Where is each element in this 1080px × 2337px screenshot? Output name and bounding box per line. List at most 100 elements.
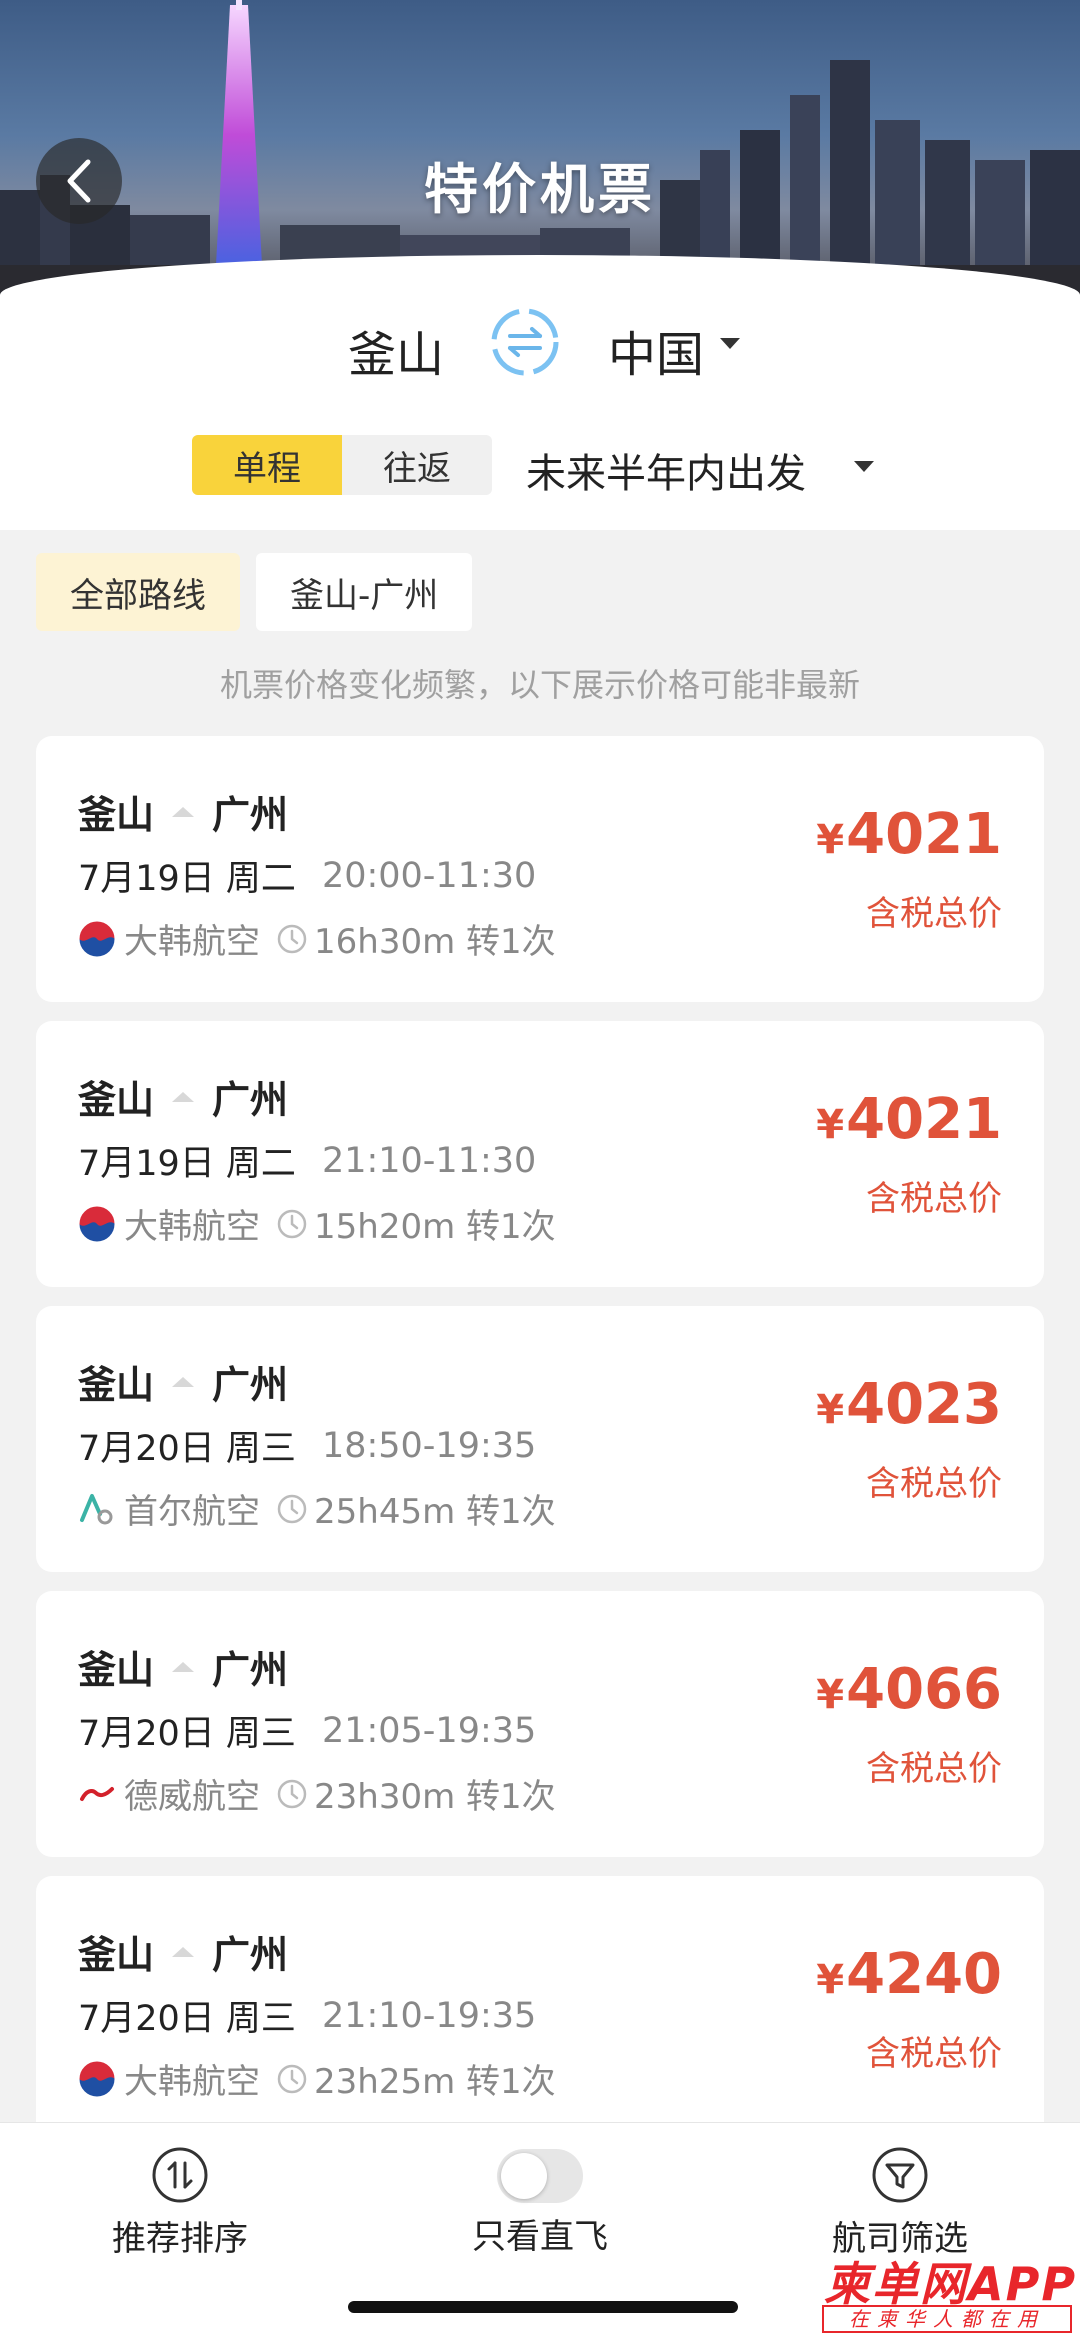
flight-price: ¥4240 [816, 1942, 1002, 2007]
from-city[interactable]: 釜山 [348, 315, 444, 385]
flight-duration: 23h30m 转1次 [314, 1777, 556, 1817]
price-amount: 4066 [846, 1657, 1002, 1722]
sort-icon [152, 2147, 208, 2203]
air-seoul-logo [80, 1493, 113, 1524]
flight-route: 釜山 广州 [78, 1639, 288, 1694]
price-note: 含税总价 [866, 1749, 1002, 1789]
page: 特价机票 釜山 中国 单程 往返 未来半年内出发 全部路线 釜山-广州 机票价格… [0, 0, 1080, 2337]
flight-schedule: 7月19日 周二 20:00-11:30 [78, 850, 536, 901]
origin-city: 釜山 [78, 793, 155, 837]
sort-label: 推荐排序 [112, 2219, 248, 2259]
flight-route: 釜山 广州 [78, 1354, 288, 1409]
trip-type-toggle: 单程 往返 [192, 435, 492, 495]
currency-symbol: ¥ [816, 1102, 845, 1148]
origin-city: 釜山 [78, 1078, 155, 1122]
flight-schedule: 7月19日 周二 21:10-11:30 [78, 1135, 536, 1186]
flight-duration: 15h20m 转1次 [314, 1207, 556, 1247]
flight-date: 7月20日 周三 [78, 1999, 296, 2039]
route-filter-chips: 全部路线 釜山-广州 [36, 553, 473, 631]
flight-date: 7月20日 周三 [78, 1714, 296, 1754]
flight-date: 7月20日 周三 [78, 1429, 296, 1469]
flight-price: ¥4023 [816, 1372, 1002, 1437]
destination-city: 广州 [212, 1078, 289, 1122]
korean-air-logo [78, 920, 116, 957]
plane-icon [172, 1091, 195, 1102]
departure-range-select[interactable]: 未来半年内出发 [526, 441, 806, 499]
chip-busan-guangzhou[interactable]: 釜山-广州 [256, 553, 473, 631]
caret-down-icon[interactable] [854, 461, 874, 472]
origin-city: 釜山 [78, 1363, 155, 1407]
flight-time: 21:05-19:35 [321, 1710, 537, 1751]
price-note: 含税总价 [866, 894, 1002, 934]
flight-time: 21:10-11:30 [321, 1140, 537, 1181]
flight-card[interactable]: 釜山 广州 7月19日 周二 20:00-11:30 大韩航空 16h30m 转… [36, 736, 1044, 1002]
price-amount: 4021 [846, 802, 1002, 867]
route-selector: 釜山 中国 [0, 305, 1080, 385]
price-amount: 4023 [846, 1372, 1002, 1437]
flight-time: 18:50-19:35 [321, 1425, 537, 1466]
flight-card[interactable]: 釜山 广州 7月19日 周二 21:10-11:30 大韩航空 15h20m 转… [36, 1021, 1044, 1287]
direct-only-switch[interactable] [497, 2149, 583, 2203]
flight-card[interactable]: 釜山 广州 7月20日 周三 21:05-19:35 德威航空 23h30m 转… [36, 1591, 1044, 1857]
flight-card[interactable]: 釜山 广州 7月20日 周三 21:10-19:35 大韩航空 23h25m 转… [36, 1876, 1044, 2142]
flight-airline-info: 首尔航空 25h45m 转1次 [78, 1484, 556, 1533]
flight-time: 21:10-19:35 [321, 1995, 537, 2036]
flight-card[interactable]: 釜山 广州 7月20日 周三 18:50-19:35 首尔航空 25h45m 转… [36, 1306, 1044, 1572]
korean-air-logo [78, 1205, 116, 1242]
page-title: 特价机票 [424, 158, 656, 221]
price-notice: 机票价格变化频繁，以下展示价格可能非最新 [219, 666, 860, 704]
plane-icon [172, 806, 195, 817]
currency-symbol: ¥ [816, 1387, 845, 1433]
direct-only-label: 只看直飞 [472, 2217, 608, 2257]
trip-options: 单程 往返 未来半年内出发 [0, 435, 1080, 497]
flight-airline-info: 德威航空 23h30m 转1次 [78, 1769, 556, 1818]
price-amount: 4240 [846, 1942, 1002, 2007]
search-panel: 釜山 中国 单程 往返 未来半年内出发 [0, 255, 1080, 530]
clock-icon [277, 1494, 307, 1523]
clock-icon [277, 1779, 307, 1808]
flight-airline-info: 大韩航空 23h25m 转1次 [78, 2054, 556, 2103]
to-city[interactable]: 中国 [608, 315, 704, 385]
origin-city: 釜山 [78, 1648, 155, 1692]
flight-price: ¥4066 [816, 1657, 1002, 1722]
direct-only-toggle[interactable]: 只看直飞 [440, 2145, 640, 2258]
flight-route: 釜山 广州 [78, 784, 288, 839]
flight-airline-info: 大韩航空 16h30m 转1次 [78, 914, 556, 963]
flight-duration: 16h30m 转1次 [314, 922, 556, 962]
watermark-tagline: 在柬华人都在用 [822, 2305, 1072, 2333]
plane-icon [172, 1661, 195, 1672]
swap-icon[interactable] [488, 305, 562, 379]
airline-filter-button[interactable]: 航司筛选 [800, 2145, 1000, 2260]
flight-airline-info: 大韩航空 15h20m 转1次 [78, 1199, 556, 1248]
destination-city: 广州 [212, 1363, 289, 1407]
plane-icon [172, 1946, 195, 1957]
plane-icon [172, 1376, 195, 1387]
korean-air-logo [78, 2060, 116, 2097]
sort-button[interactable]: 推荐排序 [80, 2145, 280, 2260]
price-amount: 4021 [846, 1087, 1002, 1152]
price-note: 含税总价 [866, 2034, 1002, 2074]
destination-city: 广州 [212, 1933, 289, 1977]
currency-symbol: ¥ [816, 817, 845, 863]
price-note: 含税总价 [866, 1179, 1002, 1219]
origin-city: 釜山 [78, 1933, 155, 1977]
one-way-option[interactable]: 单程 [192, 435, 342, 495]
flight-price: ¥4021 [816, 1087, 1002, 1152]
flight-route: 釜山 广州 [78, 1069, 288, 1124]
flight-duration: 25h45m 转1次 [314, 1492, 556, 1532]
clock-icon [277, 2064, 307, 2093]
price-note: 含税总价 [866, 1464, 1002, 1504]
airline-name: 大韩航空 [124, 922, 260, 962]
flight-schedule: 7月20日 周三 21:05-19:35 [78, 1705, 536, 1756]
flight-schedule: 7月20日 周三 18:50-19:35 [78, 1420, 536, 1471]
home-indicator [348, 2301, 738, 2313]
flight-schedule: 7月20日 周三 21:10-19:35 [78, 1990, 536, 2041]
round-trip-option[interactable]: 往返 [342, 435, 492, 495]
flight-date: 7月19日 周二 [78, 1144, 296, 1184]
tway-logo [80, 1786, 114, 1801]
flight-time: 20:00-11:30 [321, 855, 537, 896]
airline-name: 大韩航空 [124, 1207, 260, 1247]
flight-price: ¥4021 [816, 802, 1002, 867]
chip-all-routes[interactable]: 全部路线 [36, 553, 240, 631]
caret-down-icon[interactable] [720, 338, 740, 349]
